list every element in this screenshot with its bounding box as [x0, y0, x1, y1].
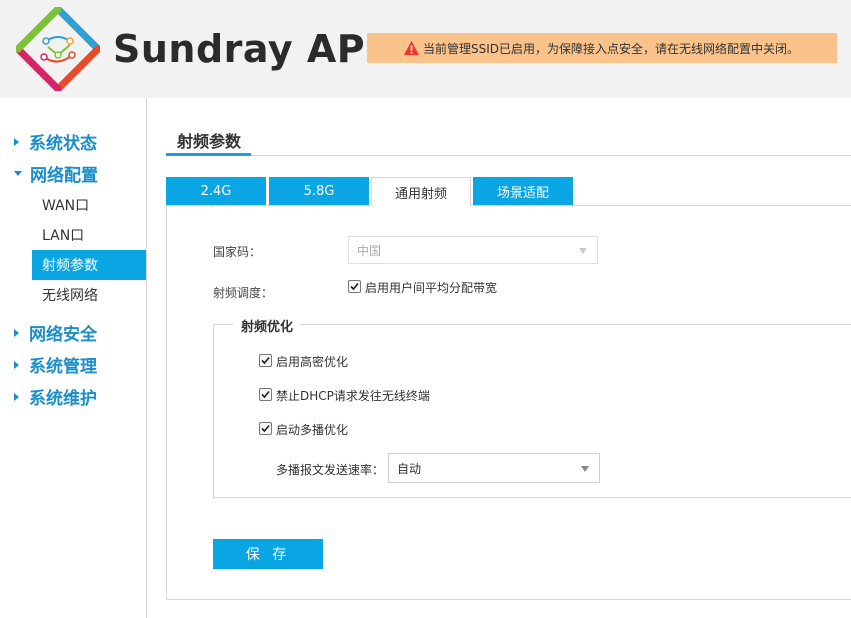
sidebar-group-label: 系统状态 — [29, 134, 97, 154]
multicast-optimization-checkbox[interactable] — [259, 422, 272, 435]
checkmark-icon — [350, 282, 359, 291]
multicast-rate-label: 多播报文发送速率： — [276, 463, 385, 477]
sidebar-group-label: 网络安全 — [29, 325, 97, 345]
tab-label: 2.4G — [200, 183, 232, 199]
sidebar-group-network-config[interactable]: 网络配置 — [14, 161, 98, 186]
tab-label: 场景适配 — [496, 185, 549, 201]
warning-triangle-icon — [404, 41, 419, 55]
sidebar-group-system-maintenance[interactable]: 系统维护 — [14, 384, 97, 409]
sidebar-item-wireless-network[interactable]: 无线网络 — [32, 280, 146, 310]
fair-bandwidth-checkbox[interactable] — [348, 280, 361, 293]
country-code-select[interactable]: 中国 — [348, 236, 598, 264]
sundray-logo-icon — [16, 7, 100, 91]
chevron-down-icon — [579, 248, 587, 254]
radio-scheduling-label: 射频调度： — [213, 286, 274, 300]
multicast-rate-value: 自动 — [397, 461, 422, 476]
sidebar-group-system-management[interactable]: 系统管理 — [14, 352, 97, 377]
sidebar-item-label: 无线网络 — [42, 288, 98, 304]
tab-scene-adaptation[interactable]: 场景适配 — [473, 177, 573, 205]
checkmark-icon — [261, 390, 270, 399]
sidebar-item-radio-params[interactable]: 射频参数 — [32, 250, 146, 280]
tab-label: 5.8G — [303, 183, 335, 199]
caret-down-icon — [14, 171, 22, 176]
title-underline — [166, 153, 251, 156]
chevron-down-icon — [581, 466, 589, 472]
high-density-label: 启用高密优化 — [276, 355, 349, 369]
block-dhcp-label: 禁止DHCP请求发往无线终端 — [276, 389, 430, 403]
sidebar-group-label: 系统维护 — [29, 389, 97, 409]
caret-right-icon — [14, 360, 19, 369]
sidebar-item-label: WAN口 — [42, 198, 90, 214]
caret-right-icon — [14, 328, 19, 337]
tab-5-8g[interactable]: 5.8G — [269, 177, 369, 205]
header-bar: Sundray AP 当前管理SSID已启用，为保障接入点安全，请在无线网络配置… — [0, 0, 851, 98]
warning-text: 当前管理SSID已启用，为保障接入点安全，请在无线网络配置中关闭。 — [423, 41, 800, 56]
caret-right-icon — [14, 137, 19, 146]
title-divider — [166, 155, 851, 156]
country-code-label: 国家码： — [213, 245, 262, 259]
checkmark-icon — [261, 356, 270, 365]
tabs-divider — [166, 205, 851, 206]
fair-bandwidth-label: 启用用户间平均分配带宽 — [365, 281, 498, 295]
sidebar-group-system-status[interactable]: 系统状态 — [14, 129, 97, 154]
sidebar-item-label: LAN口 — [42, 228, 85, 244]
multicast-optimization-label: 启动多播优化 — [276, 423, 349, 437]
save-button[interactable]: 保 存 — [213, 539, 323, 569]
sidebar-item-wan[interactable]: WAN口 — [32, 190, 146, 220]
multicast-rate-select[interactable]: 自动 — [388, 453, 600, 483]
tab-2-4g[interactable]: 2.4G — [166, 177, 266, 205]
app-title: Sundray AP — [113, 27, 366, 71]
high-density-checkbox[interactable] — [259, 354, 272, 367]
country-code-value: 中国 — [357, 243, 382, 258]
tab-label: 通用射频 — [394, 186, 447, 202]
radio-optimization-legend: 射频优化 — [233, 316, 302, 335]
sidebar-group-label: 网络配置 — [30, 166, 98, 186]
checkmark-icon — [261, 424, 270, 433]
sidebar-item-lan[interactable]: LAN口 — [32, 220, 146, 250]
page-title: 射频参数 — [177, 132, 242, 151]
sidebar-group-network-security[interactable]: 网络安全 — [14, 320, 97, 345]
block-dhcp-checkbox[interactable] — [259, 388, 272, 401]
caret-right-icon — [14, 392, 19, 401]
tab-general-radio[interactable]: 通用射频 — [371, 177, 471, 206]
warning-banner: 当前管理SSID已启用，为保障接入点安全，请在无线网络配置中关闭。 — [367, 33, 837, 63]
sidebar-group-label: 系统管理 — [29, 357, 97, 377]
sidebar-item-label: 射频参数 — [42, 258, 98, 274]
